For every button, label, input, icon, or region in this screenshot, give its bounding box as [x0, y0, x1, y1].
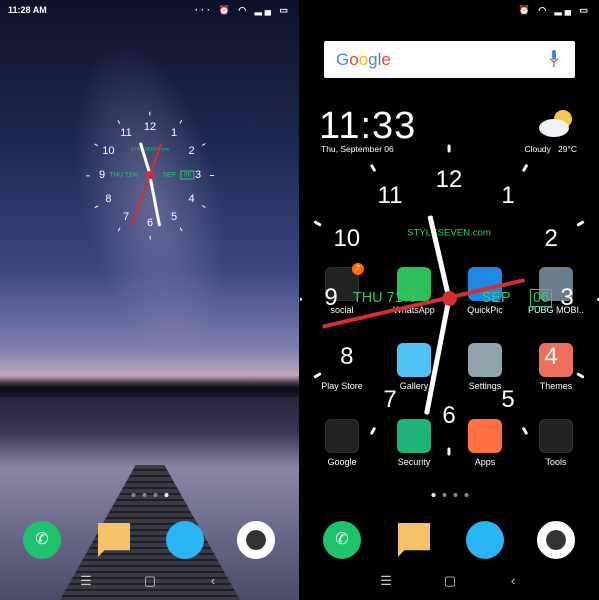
clock-numeral: 11	[377, 181, 403, 209]
page-dot[interactable]	[153, 493, 158, 497]
app-label: social	[330, 305, 354, 315]
page-dot[interactable]	[464, 493, 469, 497]
page-dot[interactable]	[453, 493, 458, 497]
status-bar: 11:28 AM ··· ⏰ ◠ ▂▄ ▭	[0, 0, 299, 18]
app-label: WhatsApp	[393, 305, 435, 315]
nav-menu-button[interactable]: ☰	[380, 573, 392, 589]
app-label: Gallery	[399, 381, 429, 391]
camera-icon[interactable]	[537, 521, 575, 559]
page-indicator	[131, 493, 169, 497]
google-logo: Google	[336, 50, 391, 69]
app-label: PUBG MOBI..	[527, 305, 584, 315]
nav-home-button[interactable]: ▢	[144, 573, 156, 589]
page-dot[interactable]	[142, 493, 147, 497]
mic-icon[interactable]	[550, 50, 558, 68]
app-label: QuickPic	[467, 305, 503, 315]
app-apps[interactable]: Apps	[450, 419, 520, 467]
treeline	[0, 375, 299, 397]
status-icons: ··· ⏰ ◠ ▂▄ ▭	[195, 5, 291, 15]
right-homescreen: ⏰ ◠ ▂▄ ▭ Google 11:33 Thu, September 06 …	[300, 0, 599, 600]
playstore-icon	[325, 343, 359, 377]
clock-tick	[313, 220, 322, 227]
clock-tick	[300, 298, 302, 301]
clock-numeral: 12	[435, 166, 463, 193]
google-search-bar[interactable]: Google	[324, 41, 575, 78]
app-settings[interactable]: Settings	[450, 343, 520, 391]
app-label: Themes	[539, 381, 573, 391]
app-label: Play Store	[321, 381, 363, 391]
digital-time[interactable]: 11:33	[319, 105, 416, 148]
security-icon	[397, 419, 431, 453]
app-pubgmobi[interactable]: PUBG MOBI..	[521, 267, 591, 315]
browser-icon[interactable]	[466, 521, 504, 559]
page-dot[interactable]	[164, 493, 169, 497]
clock-tick	[521, 163, 529, 173]
app-google[interactable]: Google	[307, 419, 377, 467]
app-playstore[interactable]: Play Store	[307, 343, 377, 391]
weather-text: Cloudy 29°C	[524, 144, 577, 154]
partly-cloudy-icon[interactable]	[537, 108, 577, 138]
date-text: Thu, September 06	[321, 144, 394, 154]
clock-tick	[576, 220, 585, 227]
nav-back-button[interactable]: ‹	[211, 573, 215, 588]
whatsapp-icon	[397, 267, 431, 301]
camera-icon[interactable]	[237, 521, 275, 559]
phone-icon[interactable]: ✆	[323, 521, 361, 559]
page-dot[interactable]	[131, 493, 136, 497]
apps-icon	[468, 419, 502, 453]
google-icon	[325, 419, 359, 453]
app-tools[interactable]: Tools	[521, 419, 591, 467]
nav-home-button[interactable]: ▢	[444, 573, 456, 589]
pubgmobi-icon	[539, 267, 573, 301]
app-whatsapp[interactable]: WhatsApp	[379, 267, 449, 315]
app-gallery[interactable]: Gallery	[379, 343, 449, 391]
settings-icon	[468, 343, 502, 377]
app-label: Apps	[474, 457, 496, 467]
app-label: Tools	[545, 457, 567, 467]
app-social[interactable]: 2 social	[307, 263, 377, 315]
notification-badge: 2	[352, 263, 364, 275]
quickpic-icon	[468, 267, 502, 301]
app-label: Google	[327, 457, 357, 467]
clock-tick	[447, 143, 451, 152]
app-label: Settings	[468, 381, 502, 391]
app-themes[interactable]: Themes	[521, 343, 591, 391]
themes-icon	[539, 343, 573, 377]
clock-numeral: 2	[544, 225, 558, 252]
page-indicator	[431, 493, 469, 497]
app-security[interactable]: Security	[379, 419, 449, 467]
clock-numeral: 1	[501, 181, 515, 209]
tools-icon	[539, 419, 573, 453]
browser-icon[interactable]	[166, 521, 204, 559]
left-lockscreen: 11:28 AM ··· ⏰ ◠ ▂▄ ▭ 12 1 2 3 4 5 6 7 8 9 10 11 STY…	[0, 0, 299, 600]
status-bar: ⏰ ◠ ▂▄ ▭	[300, 0, 599, 18]
status-icons: ⏰ ◠ ▂▄ ▭	[518, 5, 591, 15]
clock-brand: STYLESEVEN.com	[407, 227, 491, 239]
app-quickpic[interactable]: QuickPic	[450, 267, 520, 315]
clock-numeral: 10	[333, 225, 361, 252]
nav-menu-button[interactable]: ☰	[80, 573, 92, 589]
page-dot[interactable]	[442, 493, 447, 497]
nav-back-button[interactable]: ‹	[511, 573, 515, 588]
milky-way	[48, 28, 252, 372]
phone-icon[interactable]: ✆	[23, 521, 61, 559]
status-time: 11:28 AM	[8, 5, 47, 15]
app-label: Security	[397, 457, 431, 467]
gallery-icon	[397, 343, 431, 377]
clock-tick	[369, 163, 377, 173]
page-dot[interactable]	[431, 493, 436, 497]
